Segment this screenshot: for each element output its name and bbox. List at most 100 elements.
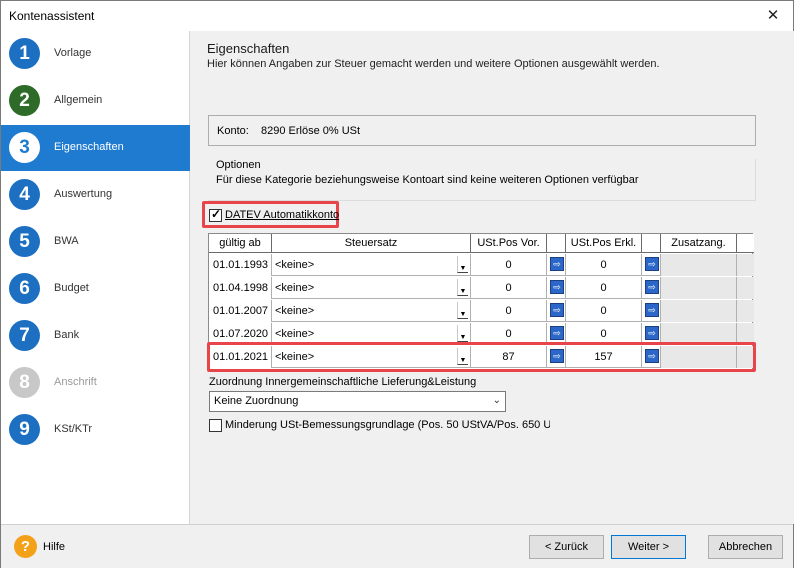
next-button[interactable]: Weiter >	[611, 535, 686, 559]
step-number-icon: 7	[9, 320, 40, 351]
table-row[interactable]: 01.01.2007 <keine> ▼ 0 ⇨ 0 ⇨	[209, 300, 754, 322]
ust-pos-vor-cell[interactable]: 0	[471, 277, 547, 299]
datev-checkbox[interactable]: ✓	[209, 207, 222, 222]
steuersatz-value: <keine>	[275, 282, 315, 294]
page-subtitle: Hier können Angaben zur Steuer gemacht w…	[207, 58, 660, 70]
link-arrow-icon[interactable]: ⇨	[645, 257, 659, 271]
column-header-extra	[737, 234, 754, 253]
minderung-checkbox-label[interactable]: Minderung USt-Bemessungsgrundlage (Pos. …	[225, 419, 550, 431]
step-number-icon: 9	[9, 414, 40, 445]
sidebar-item-label: KSt/KTr	[54, 423, 93, 435]
step-number-icon: 3	[9, 132, 40, 163]
help-label[interactable]: Hilfe	[43, 541, 65, 553]
steuersatz-combobox[interactable]: <keine> ▼	[272, 277, 471, 299]
sidebar-item-allgemein[interactable]: 2 Allgemein	[1, 78, 190, 124]
window-title: Kontenassistent	[9, 9, 95, 23]
link-erkl-cell: ⇨	[642, 254, 661, 276]
zusatzang-cell	[661, 254, 737, 276]
link-arrow-icon[interactable]: ⇨	[645, 280, 659, 294]
step-number-icon: 1	[9, 38, 40, 69]
steuersatz-combobox[interactable]: <keine> ▼	[272, 254, 471, 276]
link-arrow-icon[interactable]: ⇨	[645, 326, 659, 340]
steuersatz-value: <keine>	[275, 305, 315, 317]
steuersatz-combobox[interactable]: <keine> ▼	[272, 300, 471, 322]
link-arrow-icon[interactable]: ⇨	[550, 326, 564, 340]
ust-pos-vor-cell[interactable]: 0	[471, 300, 547, 322]
step-number-icon: 4	[9, 179, 40, 210]
optionen-title: Optionen	[216, 159, 261, 171]
sidebar-item-vorlage[interactable]: 1 Vorlage	[1, 31, 190, 77]
column-header-steuersatz: Steuersatz	[272, 234, 471, 253]
table-row[interactable]: 01.01.1993 <keine> ▼ 0 ⇨ 0 ⇨	[209, 254, 754, 276]
link-vor-cell: ⇨	[547, 300, 566, 322]
step-number-icon: 5	[9, 226, 40, 257]
zuordnung-label: Zuordnung Innergemeinschaftliche Lieferu…	[209, 376, 477, 388]
extra-cell	[737, 277, 754, 299]
wizard-sidebar: 1 Vorlage 2 Allgemein 3 Eigenschaften 4 …	[1, 31, 190, 524]
dropdown-arrow-icon[interactable]: ▼	[457, 302, 468, 319]
zusatzang-cell	[661, 300, 737, 322]
close-icon[interactable]: ✕	[753, 1, 793, 31]
step-number-icon: 2	[9, 85, 40, 116]
gueltig-ab-cell[interactable]: 01.04.1998	[209, 277, 272, 299]
column-header-zusatzang: Zusatzang.	[661, 234, 737, 253]
ust-pos-erkl-cell[interactable]: 0	[566, 300, 642, 322]
title-bar: Kontenassistent ✕	[1, 1, 793, 31]
link-arrow-icon[interactable]: ⇨	[550, 257, 564, 271]
link-vor-cell: ⇨	[547, 277, 566, 299]
page-title: Eigenschaften	[207, 41, 290, 56]
column-header-ust-pos-erkl: USt.Pos Erkl.	[566, 234, 642, 253]
help-icon[interactable]: ?	[14, 535, 37, 558]
main-panel: Eigenschaften Hier können Angaben zur St…	[191, 31, 794, 524]
extra-cell	[737, 300, 754, 322]
column-header-link-erkl	[642, 234, 661, 253]
sidebar-item-bwa[interactable]: 5 BWA	[1, 219, 190, 265]
dropdown-arrow-icon[interactable]: ▼	[457, 279, 468, 296]
ust-pos-erkl-cell[interactable]: 0	[566, 254, 642, 276]
link-arrow-icon[interactable]: ⇨	[645, 303, 659, 317]
sidebar-item-label: BWA	[54, 235, 79, 247]
link-erkl-cell: ⇨	[642, 277, 661, 299]
konto-box: Konto: 8290 Erlöse 0% USt	[208, 115, 756, 146]
ust-pos-vor-cell[interactable]: 0	[471, 254, 547, 276]
sidebar-item-eigenschaften[interactable]: 3 Eigenschaften	[1, 125, 190, 171]
gueltig-ab-cell[interactable]: 01.01.2007	[209, 300, 272, 322]
sidebar-item-kst-ktr[interactable]: 9 KSt/KTr	[1, 407, 190, 453]
link-vor-cell: ⇨	[547, 254, 566, 276]
chevron-down-icon: ⌄	[492, 395, 501, 406]
step-number-icon: 8	[9, 367, 40, 398]
extra-cell	[737, 254, 754, 276]
cancel-button[interactable]: Abbrechen	[708, 535, 783, 559]
back-button[interactable]: < Zurück	[529, 535, 604, 559]
gueltig-ab-cell[interactable]: 01.01.1993	[209, 254, 272, 276]
sidebar-item-label: Bank	[54, 329, 80, 341]
optionen-group: Optionen Für diese Kategorie beziehungsw…	[208, 159, 756, 201]
ust-pos-erkl-cell[interactable]: 0	[566, 277, 642, 299]
column-header-link-vor	[547, 234, 566, 253]
link-arrow-icon[interactable]: ⇨	[550, 303, 564, 317]
column-header-gueltig-ab: gültig ab	[209, 234, 272, 253]
konto-label: Konto:	[217, 125, 249, 137]
minderung-checkbox[interactable]	[209, 419, 222, 432]
datev-checkbox-label[interactable]: DATEV Automatikkonto	[225, 209, 339, 221]
sidebar-item-auswertung[interactable]: 4 Auswertung	[1, 172, 190, 218]
sidebar-item-anschrift: 8 Anschrift	[1, 360, 190, 406]
sidebar-item-label: Vorlage	[54, 47, 92, 59]
zuordnung-value: Keine Zuordnung	[214, 395, 299, 407]
zuordnung-select[interactable]: Keine Zuordnung ⌄	[209, 391, 506, 412]
sidebar-item-budget[interactable]: 6 Budget	[1, 266, 190, 312]
checkmark-icon: ✓	[211, 207, 222, 221]
dropdown-arrow-icon[interactable]: ▼	[457, 325, 468, 342]
sidebar-item-label: Anschrift	[54, 376, 97, 388]
link-erkl-cell: ⇨	[642, 300, 661, 322]
zusatzang-cell	[661, 277, 737, 299]
dropdown-arrow-icon[interactable]: ▼	[457, 256, 468, 273]
dialog-window: Kontenassistent ✕ 1 Vorlage 2 Allgemein …	[0, 0, 794, 568]
sidebar-item-label: Budget	[54, 282, 89, 294]
sidebar-item-bank[interactable]: 7 Bank	[1, 313, 190, 359]
optionen-text: Für diese Kategorie beziehungsweise Kont…	[216, 174, 639, 186]
table-header: gültig ab Steuersatz USt.Pos Vor. USt.Po…	[209, 234, 754, 253]
column-header-ust-pos-vor: USt.Pos Vor.	[471, 234, 547, 253]
table-row[interactable]: 01.04.1998 <keine> ▼ 0 ⇨ 0 ⇨	[209, 277, 754, 299]
link-arrow-icon[interactable]: ⇨	[550, 280, 564, 294]
